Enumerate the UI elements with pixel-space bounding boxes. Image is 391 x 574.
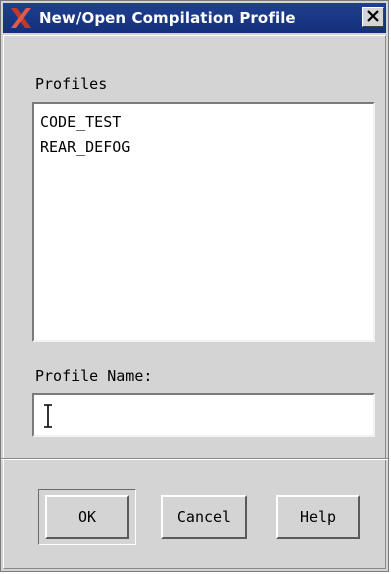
- window-title: New/Open Compilation Profile: [39, 9, 296, 27]
- dialog-window: New/Open Compilation Profile Profiles CO…: [0, 0, 389, 572]
- profiles-label: Profiles: [35, 75, 108, 93]
- help-button[interactable]: Help: [276, 495, 360, 539]
- cancel-button[interactable]: Cancel: [161, 495, 247, 539]
- list-item[interactable]: CODE_TEST: [40, 110, 373, 135]
- close-icon: [366, 8, 380, 27]
- ok-button[interactable]: OK: [45, 495, 129, 539]
- profile-name-input[interactable]: [40, 401, 367, 429]
- close-button[interactable]: [362, 7, 384, 27]
- separator: [1, 458, 388, 460]
- title-bar[interactable]: New/Open Compilation Profile: [3, 3, 386, 33]
- list-item[interactable]: REAR_DEFOG: [40, 135, 373, 160]
- profile-name-label: Profile Name:: [35, 367, 153, 385]
- x-window-logo-icon: [9, 6, 33, 30]
- profiles-list[interactable]: CODE_TEST REAR_DEFOG: [32, 102, 375, 342]
- profile-name-field[interactable]: [32, 393, 375, 437]
